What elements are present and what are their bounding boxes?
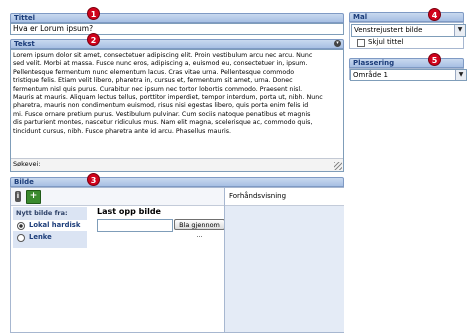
text-line: tristique felis. Etiam velit libero, pha… — [13, 77, 293, 85]
preview-header: Forhåndsvisning — [225, 188, 344, 206]
option-local-disk[interactable]: Lokal hardisk — [13, 220, 87, 231]
title-section-header: Tittel — [10, 13, 344, 23]
text-line: Lorem ipsum dolor sit amet, consectetuer… — [13, 52, 313, 59]
text-line: tincidunt cursus, nibh. Fusce pharetra a… — [13, 127, 232, 135]
browse-label: Bla gjennom ... — [179, 221, 220, 239]
hide-title-checkbox[interactable] — [357, 39, 365, 47]
title-input-value: Hva er Lorum ipsum? — [13, 24, 94, 33]
text-line: fermentum nisl quis purus. Curabitur nec… — [13, 85, 303, 93]
title-input[interactable]: Hva er Lorum ipsum? — [10, 23, 344, 35]
text-section-header: Tekst ▾ — [10, 39, 344, 49]
image-panel: i + Nytt bilde fra: Lokal hardisk Lenke … — [10, 187, 344, 333]
text-line: pharetra, mauris non condimentum euismod… — [13, 102, 309, 110]
chevron-down-icon[interactable]: ▼ — [455, 70, 466, 80]
radio-selected-icon[interactable] — [17, 222, 25, 230]
marker-2: 2 — [87, 33, 100, 46]
preview-label: Forhåndsvisning — [229, 192, 287, 200]
marker-5: 5 — [428, 53, 441, 66]
marker-1: 1 — [87, 7, 100, 20]
text-line: Mauris at mauris. Aliquam lectus tellus,… — [13, 94, 323, 102]
preview-pane: Forhåndsvisning — [224, 188, 344, 332]
image-toolbar: i + — [11, 188, 224, 206]
editor-statusbar: Søkevei: — [11, 158, 343, 171]
template-panel: Venstrejustert bilde ▼ Skjul tittel — [349, 22, 466, 49]
template-section-label: Mal — [353, 13, 368, 21]
chevron-down-icon[interactable]: ▼ — [454, 25, 465, 36]
marker-4: 4 — [428, 8, 441, 21]
file-path-input[interactable] — [97, 219, 173, 232]
placement-section-header: Plassering — [349, 58, 464, 68]
text-editor[interactable]: Lorem ipsum dolor sit amet, consectetuer… — [10, 49, 344, 172]
new-image-from-label: Nytt bilde fra: — [16, 209, 68, 217]
collapse-circle-icon[interactable]: ▾ — [334, 40, 341, 47]
info-icon[interactable]: i — [15, 191, 21, 202]
text-body: Lorem ipsum dolor sit amet, consectetuer… — [11, 50, 343, 138]
option-local-disk-label: Lokal hardisk — [29, 221, 81, 229]
marker-3: 3 — [87, 173, 100, 186]
source-options: Nytt bilde fra: Lokal hardisk Lenke — [13, 207, 87, 248]
browse-button[interactable]: Bla gjennom ... — [174, 219, 225, 239]
add-image-icon[interactable]: + — [26, 190, 41, 204]
text-line: dis parturient montes, nascetur ridiculu… — [13, 119, 313, 127]
radio-icon[interactable] — [17, 234, 25, 242]
option-link-label: Lenke — [29, 233, 52, 241]
text-line: sed velit. Morbi at massa. Fusce nunc er… — [13, 60, 308, 68]
upload-title: Last opp bilde — [97, 207, 161, 216]
text-section-label: Tekst — [14, 40, 35, 48]
text-line: mi. Fusce ornare pretium purus. Vestibul… — [13, 110, 311, 118]
template-select-value: Venstrejustert bilde — [354, 26, 423, 34]
image-section-label: Bilde — [14, 178, 34, 186]
placement-section-label: Plassering — [353, 59, 395, 67]
title-section-label: Tittel — [14, 14, 36, 22]
placement-select[interactable]: Område 1 ▼ — [350, 69, 467, 81]
text-line: Pellentesque fermentum nunc elementum la… — [13, 68, 295, 76]
hide-title-label: Skjul tittel — [368, 38, 404, 46]
template-select[interactable]: Venstrejustert bilde ▼ — [351, 24, 466, 37]
path-label: Søkevei: — [13, 160, 41, 168]
image-section-header: Bilde — [10, 177, 344, 187]
option-link[interactable]: Lenke — [13, 232, 87, 243]
template-section-header: Mal — [349, 12, 464, 22]
resize-handle[interactable] — [334, 162, 342, 170]
placement-select-value: Område 1 — [353, 71, 388, 79]
placement-panel: Område 1 ▼ — [349, 68, 467, 81]
